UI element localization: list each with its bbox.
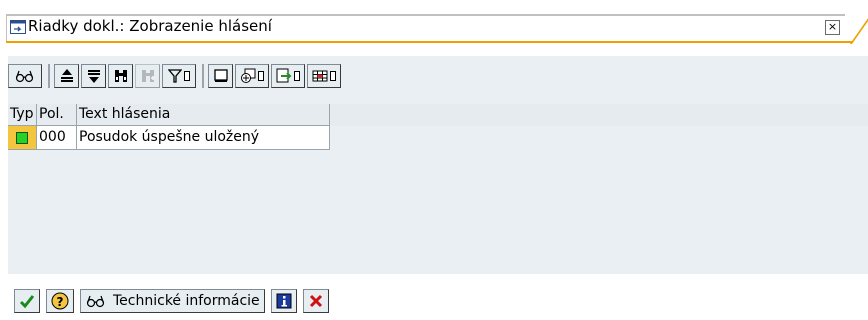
views-button[interactable] <box>235 64 269 88</box>
toolbar-separator <box>48 64 50 88</box>
green-led-icon <box>16 131 28 144</box>
print-preview-button[interactable] <box>208 64 233 88</box>
grid-layout-icon <box>312 70 328 82</box>
find-button[interactable] <box>108 64 133 88</box>
svg-text:?: ? <box>57 295 64 309</box>
views-icon <box>241 68 256 83</box>
export-icon <box>276 68 292 83</box>
position-cell: 000 <box>37 126 77 150</box>
menu-arrow-icon <box>294 71 300 81</box>
export-button[interactable] <box>271 64 305 88</box>
message-text-cell: Posudok úspešne uložený <box>77 126 330 150</box>
menu-arrow-icon <box>330 71 336 81</box>
sort-descending-icon <box>87 70 100 83</box>
table-header: Typ Pol. Text hlásenia <box>8 104 868 126</box>
dialog-buttons: ? Technické informácie <box>14 288 335 314</box>
cancel-button[interactable] <box>302 289 329 313</box>
technical-info-label: Technické informácie <box>113 293 260 309</box>
title-accent-line <box>6 41 852 43</box>
find-next-button[interactable] <box>135 64 160 88</box>
table-row[interactable]: 000 Posudok úspešne uložený <box>8 126 868 150</box>
grid-toolbar <box>8 62 343 90</box>
glasses-icon <box>15 70 34 83</box>
toolbar-separator <box>202 64 204 88</box>
title-accent-slant <box>850 18 868 44</box>
sort-ascending-icon <box>60 69 73 82</box>
title-bar: Riadky dokl.: Zobrazenie hlásení × <box>0 0 868 44</box>
checkmark-icon <box>19 295 35 309</box>
menu-arrow-icon <box>184 71 190 81</box>
sort-descending-button[interactable] <box>81 64 106 88</box>
details-button[interactable] <box>8 64 42 88</box>
sort-ascending-button[interactable] <box>54 64 79 88</box>
status-cell <box>8 126 37 150</box>
close-icon[interactable]: × <box>825 20 840 35</box>
glasses-icon <box>86 295 105 308</box>
info-icon <box>276 293 292 309</box>
column-header-pol[interactable]: Pol. <box>37 104 77 126</box>
binoculars-plus-icon <box>141 70 155 82</box>
ok-button[interactable] <box>14 289 40 313</box>
window-icon <box>10 20 26 34</box>
cancel-x-icon <box>309 294 322 308</box>
layout-button[interactable] <box>307 64 341 88</box>
filter-icon <box>168 69 182 83</box>
messages-table: Typ Pol. Text hlásenia 000 Posudok úspeš… <box>8 104 868 150</box>
window-title: Riadky dokl.: Zobrazenie hlásení <box>28 17 272 35</box>
filter-button[interactable] <box>162 64 196 88</box>
column-header-typ[interactable]: Typ <box>8 104 37 126</box>
print-preview-icon <box>213 69 228 82</box>
help-icon: ? <box>51 292 69 310</box>
menu-arrow-icon <box>258 71 264 81</box>
column-header-text[interactable]: Text hlásenia <box>77 104 330 126</box>
technical-info-button[interactable]: Technické informácie <box>80 289 265 313</box>
help-button[interactable]: ? <box>46 289 74 313</box>
info-button[interactable] <box>270 289 297 313</box>
binoculars-icon <box>114 70 127 82</box>
